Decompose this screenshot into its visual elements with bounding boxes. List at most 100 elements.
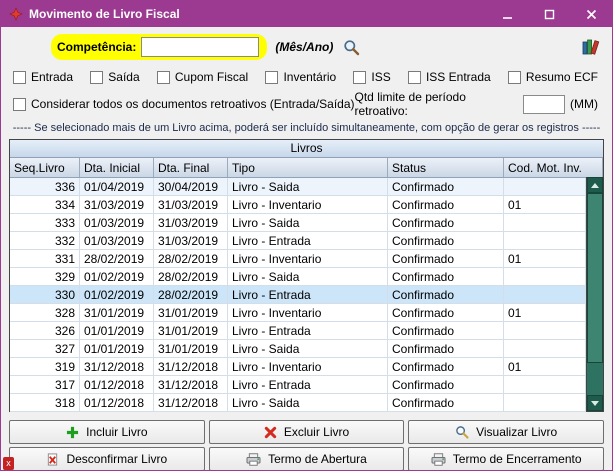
checkbox-box[interactable]	[13, 97, 26, 111]
checkbox-box[interactable]	[407, 70, 421, 84]
table-cell: Confirmado	[388, 322, 504, 339]
table-cell: 31/03/2019	[80, 196, 154, 213]
column-header[interactable]: Cod. Mot. Inv.	[504, 158, 603, 177]
table-cell: Livro - Saida	[228, 340, 388, 357]
scrollbar-thumb[interactable]	[587, 193, 603, 363]
table-cell: 01/01/2019	[80, 322, 154, 339]
table-cell: 31/01/2019	[154, 322, 228, 339]
maximize-button[interactable]	[542, 7, 556, 21]
termo-encerramento-button[interactable]: Termo de Encerramento	[408, 447, 604, 470]
checkbox-box[interactable]	[507, 70, 521, 84]
checkbox-cupom-fiscal[interactable]: Cupom Fiscal	[156, 70, 248, 84]
window-controls	[500, 7, 598, 21]
table-cell	[504, 340, 586, 357]
table-cell: Livro - Entrada	[228, 232, 388, 249]
table-cell: 333	[10, 214, 80, 231]
close-button[interactable]	[584, 7, 598, 21]
minimize-button[interactable]	[500, 7, 514, 21]
table-cell: Confirmado	[388, 394, 504, 411]
table-row[interactable]: 336 01/04/2019 30/04/2019 Livro - Saida Conf…	[10, 178, 586, 196]
table-cell: 01/02/2019	[80, 286, 154, 303]
checkbox-box[interactable]	[156, 70, 170, 84]
table-cell: Confirmado	[388, 358, 504, 375]
table-title: Livros	[10, 140, 603, 158]
table-cell: 318	[10, 394, 80, 411]
checkbox-retroativos[interactable]: Considerar todos os documentos retroativ…	[13, 97, 355, 111]
checkbox-entrada[interactable]: Entrada	[13, 70, 73, 84]
table-row[interactable]: 326 01/01/2019 31/01/2019 Livro - Entrada Co…	[10, 322, 586, 340]
table-cell: Livro - Inventario	[228, 304, 388, 321]
table-row[interactable]: 327 01/01/2019 31/01/2019 Livro - Saida Conf…	[10, 340, 586, 358]
table-row[interactable]: 330 01/02/2019 28/02/2019 Livro - Entrada Co…	[10, 286, 586, 304]
table-cell: Confirmado	[388, 178, 504, 195]
scroll-up-icon	[591, 182, 599, 188]
column-header[interactable]: Tipo	[228, 158, 388, 177]
table-cell: 336	[10, 178, 80, 195]
table-cell: 01/01/2019	[80, 340, 154, 357]
background-app-icon: x	[3, 457, 14, 470]
table-cell: 31/03/2019	[154, 214, 228, 231]
table-cell: 327	[10, 340, 80, 357]
mes-ano-label: (Mês/Ano)	[275, 40, 334, 54]
livros-table: Livros Seq.Livro Dta. Inicial Dta. Final Ti…	[9, 139, 604, 412]
table-row[interactable]: 329 01/02/2019 28/02/2019 Livro - Saida Conf…	[10, 268, 586, 286]
table-cell: 319	[10, 358, 80, 375]
table-cell: Confirmado	[388, 250, 504, 267]
vertical-scrollbar[interactable]	[586, 177, 603, 411]
table-row[interactable]: 331 28/02/2019 28/02/2019 Livro - Inventari…	[10, 250, 586, 268]
table-row[interactable]: 318 01/12/2018 31/12/2018 Livro - Saida Conf…	[10, 394, 586, 412]
table-row[interactable]: 317 01/12/2018 31/12/2018 Livro - Entrada Co…	[10, 376, 586, 394]
checkbox-saida[interactable]: Saída	[90, 70, 140, 84]
table-row[interactable]: 328 31/01/2019 31/01/2019 Livro - Inventari…	[10, 304, 586, 322]
scroll-up-button[interactable]	[587, 177, 603, 193]
table-cell: Confirmado	[388, 268, 504, 285]
column-header[interactable]: Seq.Livro	[10, 158, 80, 177]
checkbox-box[interactable]	[90, 70, 104, 84]
excluir-livro-button[interactable]: Excluir Livro	[208, 420, 405, 444]
table-cell: Confirmado	[388, 286, 504, 303]
livros-table-body: 336 01/04/2019 30/04/2019 Livro - Saida Conf…	[10, 178, 603, 412]
competencia-input[interactable]	[141, 37, 260, 57]
termo-abertura-button[interactable]: Termo de Abertura	[208, 447, 405, 470]
table-cell: 01/03/2019	[80, 214, 154, 231]
table-cell: Livro - Saida	[228, 268, 388, 285]
delete-x-icon	[264, 426, 276, 438]
column-header[interactable]: Status	[388, 158, 504, 177]
table-cell: Livro - Saida	[228, 178, 388, 195]
checkbox-iss-entrada[interactable]: ISS Entrada	[407, 70, 491, 84]
books-icon[interactable]	[582, 39, 600, 55]
window-title: Movimento de Livro Fiscal	[29, 7, 180, 21]
scroll-down-icon	[591, 400, 599, 406]
table-cell: 334	[10, 196, 80, 213]
qtd-limite-input[interactable]	[523, 94, 566, 114]
checkbox-iss[interactable]: ISS	[353, 70, 391, 84]
table-cell	[504, 322, 586, 339]
checkbox-resumo-ecf[interactable]: Resumo ECF	[507, 70, 598, 84]
table-cell	[504, 268, 586, 285]
table-cell	[504, 178, 586, 195]
checkbox-box[interactable]	[353, 70, 367, 84]
table-cell: Livro - Inventario	[228, 196, 388, 213]
table-row[interactable]: 333 01/03/2019 31/03/2019 Livro - Saida Conf…	[10, 214, 586, 232]
table-cell	[504, 214, 586, 231]
table-cell: 01	[504, 358, 586, 375]
search-icon[interactable]	[343, 39, 360, 56]
checkbox-box[interactable]	[265, 70, 279, 84]
scroll-down-button[interactable]	[587, 395, 603, 411]
table-cell: 329	[10, 268, 80, 285]
table-cell: Livro - Inventario	[228, 250, 388, 267]
visualizar-livro-button[interactable]: Visualizar Livro	[408, 420, 604, 444]
checkbox-box[interactable]	[13, 70, 26, 84]
table-row[interactable]: 332 01/03/2019 31/03/2019 Livro - Entrada Co…	[10, 232, 586, 250]
table-cell: Livro - Inventario	[228, 358, 388, 375]
table-row[interactable]: 334 31/03/2019 31/03/2019 Livro - Inventari…	[10, 196, 586, 214]
column-header[interactable]: Dta. Final	[154, 158, 228, 177]
desconfirmar-livro-button[interactable]: Desconfirmar Livro	[9, 447, 205, 470]
magnifier-icon	[456, 426, 469, 439]
incluir-livro-button[interactable]: Incluir Livro	[9, 420, 205, 444]
column-header[interactable]: Dta. Inicial	[80, 158, 154, 177]
table-cell: 01	[504, 250, 586, 267]
checkbox-inventario[interactable]: Inventário	[265, 70, 336, 84]
printer-icon	[246, 452, 261, 466]
table-row[interactable]: 319 31/12/2018 31/12/2018 Livro - Inventari…	[10, 358, 586, 376]
